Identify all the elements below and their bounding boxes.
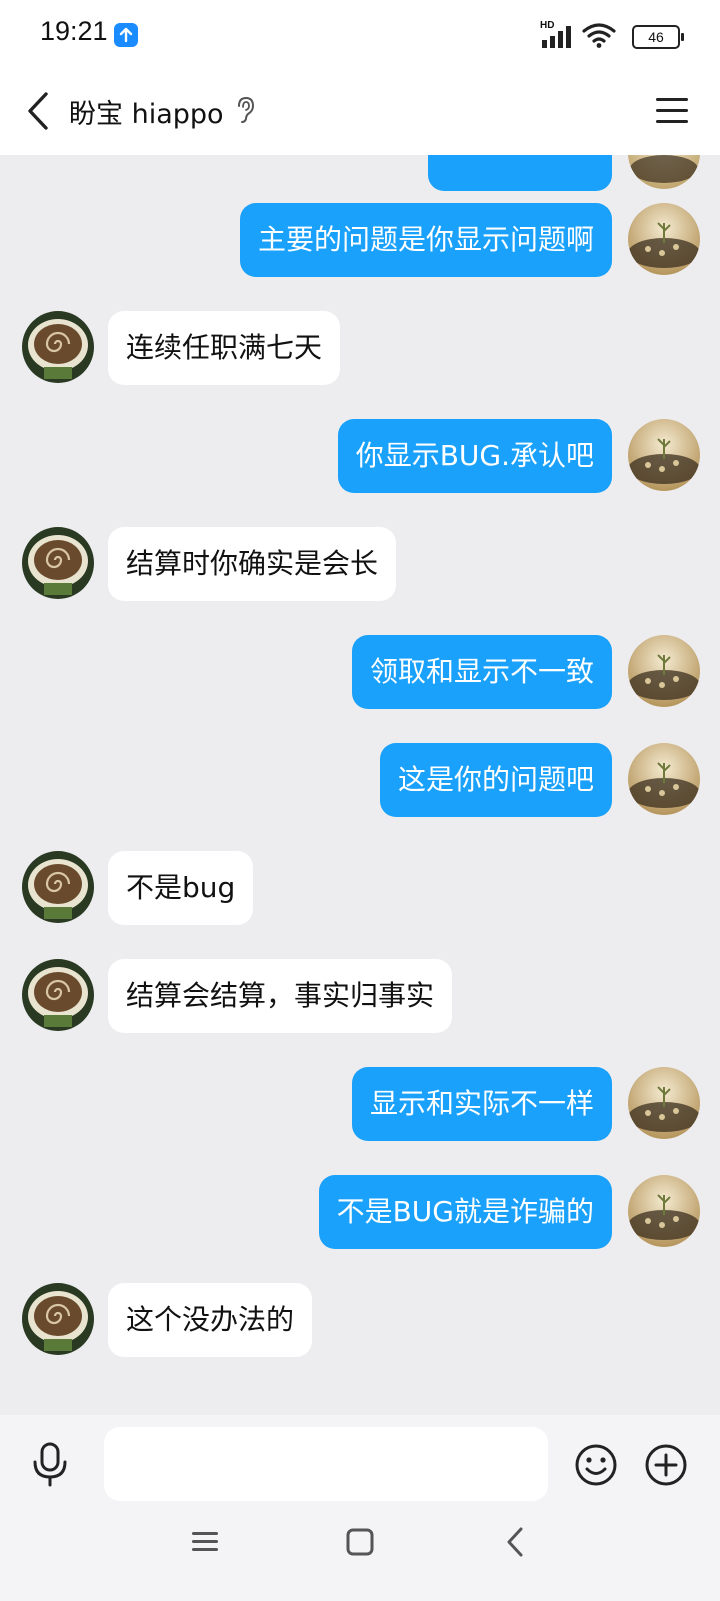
microphone-icon [33,1442,67,1487]
smiley-icon [575,1444,617,1486]
message-list[interactable]: 主要的问题是你显示问题啊连续任职满七天你显示BUG.承认吧结算时你确实是会长领取… [0,155,720,1415]
chat-title[interactable]: 盼宝 hiappo [69,92,224,131]
sent-message-bubble[interactable]: 领取和显示不一致 [351,635,612,709]
status-bar: 19:21 HD 46 [0,0,720,70]
system-back-button[interactable] [503,1525,527,1559]
message-row: 你显示BUG.承认吧 [0,419,720,495]
system-navigation-bar [0,1505,720,1601]
input-bar [0,1415,720,1505]
sent-message-bubble[interactable]: 这是你的问题吧 [379,743,612,817]
message-row: 不是bug [0,851,720,927]
chat-menu-button[interactable] [654,92,690,128]
received-message-bubble[interactable]: 结算时你确实是会长 [108,527,397,601]
sent-message-bubble[interactable]: 不是BUG就是诈骗的 [318,1175,612,1249]
message-row: 这是你的问题吧 [0,743,720,819]
sent-message-bubble[interactable]: 显示和实际不一样 [351,1067,612,1141]
self-avatar[interactable] [628,1175,700,1247]
received-message-bubble[interactable]: 连续任职满七天 [108,311,341,385]
message-row: 显示和实际不一样 [0,1067,720,1143]
upload-notification-icon [114,23,138,47]
status-icons: HD 46 [540,20,684,50]
voice-input-button[interactable] [30,1440,70,1488]
home-button[interactable] [346,1527,374,1557]
recent-apps-button[interactable] [190,1527,220,1557]
self-avatar[interactable] [628,635,700,707]
signal-icon [542,26,571,48]
message-input[interactable] [104,1427,548,1501]
message-row: 结算时你确实是会长 [0,527,720,603]
hamburger-menu-icon [656,98,688,123]
received-message-bubble[interactable]: 这个没办法的 [108,1283,313,1357]
sent-message-bubble[interactable]: 你显示BUG.承认吧 [337,419,612,493]
more-actions-button[interactable] [644,1443,688,1487]
contact-avatar[interactable] [22,311,94,383]
message-row: 不是BUG就是诈骗的 [0,1175,720,1251]
emoji-button[interactable] [574,1443,618,1487]
battery-indicator: 46 [632,25,684,49]
plus-circle-icon [645,1444,687,1486]
self-avatar[interactable] [628,203,700,275]
message-bubble-partial[interactable] [428,155,612,191]
message-row: 主要的问题是你显示问题啊 [0,203,720,279]
back-arrow-icon [507,1527,523,1557]
chat-header: 盼宝 hiappo [0,70,720,155]
home-square-icon [346,1528,374,1556]
contact-avatar[interactable] [22,1283,94,1355]
self-avatar[interactable] [628,1067,700,1139]
message-row-partial [0,155,720,193]
sent-message-bubble[interactable]: 主要的问题是你显示问题啊 [239,203,612,277]
back-button[interactable] [20,86,60,136]
message-row: 结算会结算，事实归事实 [0,959,720,1035]
chevron-left-icon [28,92,48,130]
recents-icon [192,1532,218,1551]
contact-avatar[interactable] [22,527,94,599]
self-avatar[interactable] [628,743,700,815]
self-avatar[interactable] [628,419,700,491]
self-avatar[interactable] [628,155,700,189]
contact-avatar[interactable] [22,851,94,923]
wifi-icon [582,23,616,48]
ear-icon [235,96,255,124]
message-row: 这个没办法的 [0,1283,720,1359]
status-time: 19:21 [40,16,108,46]
contact-avatar[interactable] [22,959,94,1031]
received-message-bubble[interactable]: 结算会结算，事实归事实 [108,959,453,1033]
message-row: 领取和显示不一致 [0,635,720,711]
received-message-bubble[interactable]: 不是bug [108,851,254,925]
message-row: 连续任职满七天 [0,311,720,387]
